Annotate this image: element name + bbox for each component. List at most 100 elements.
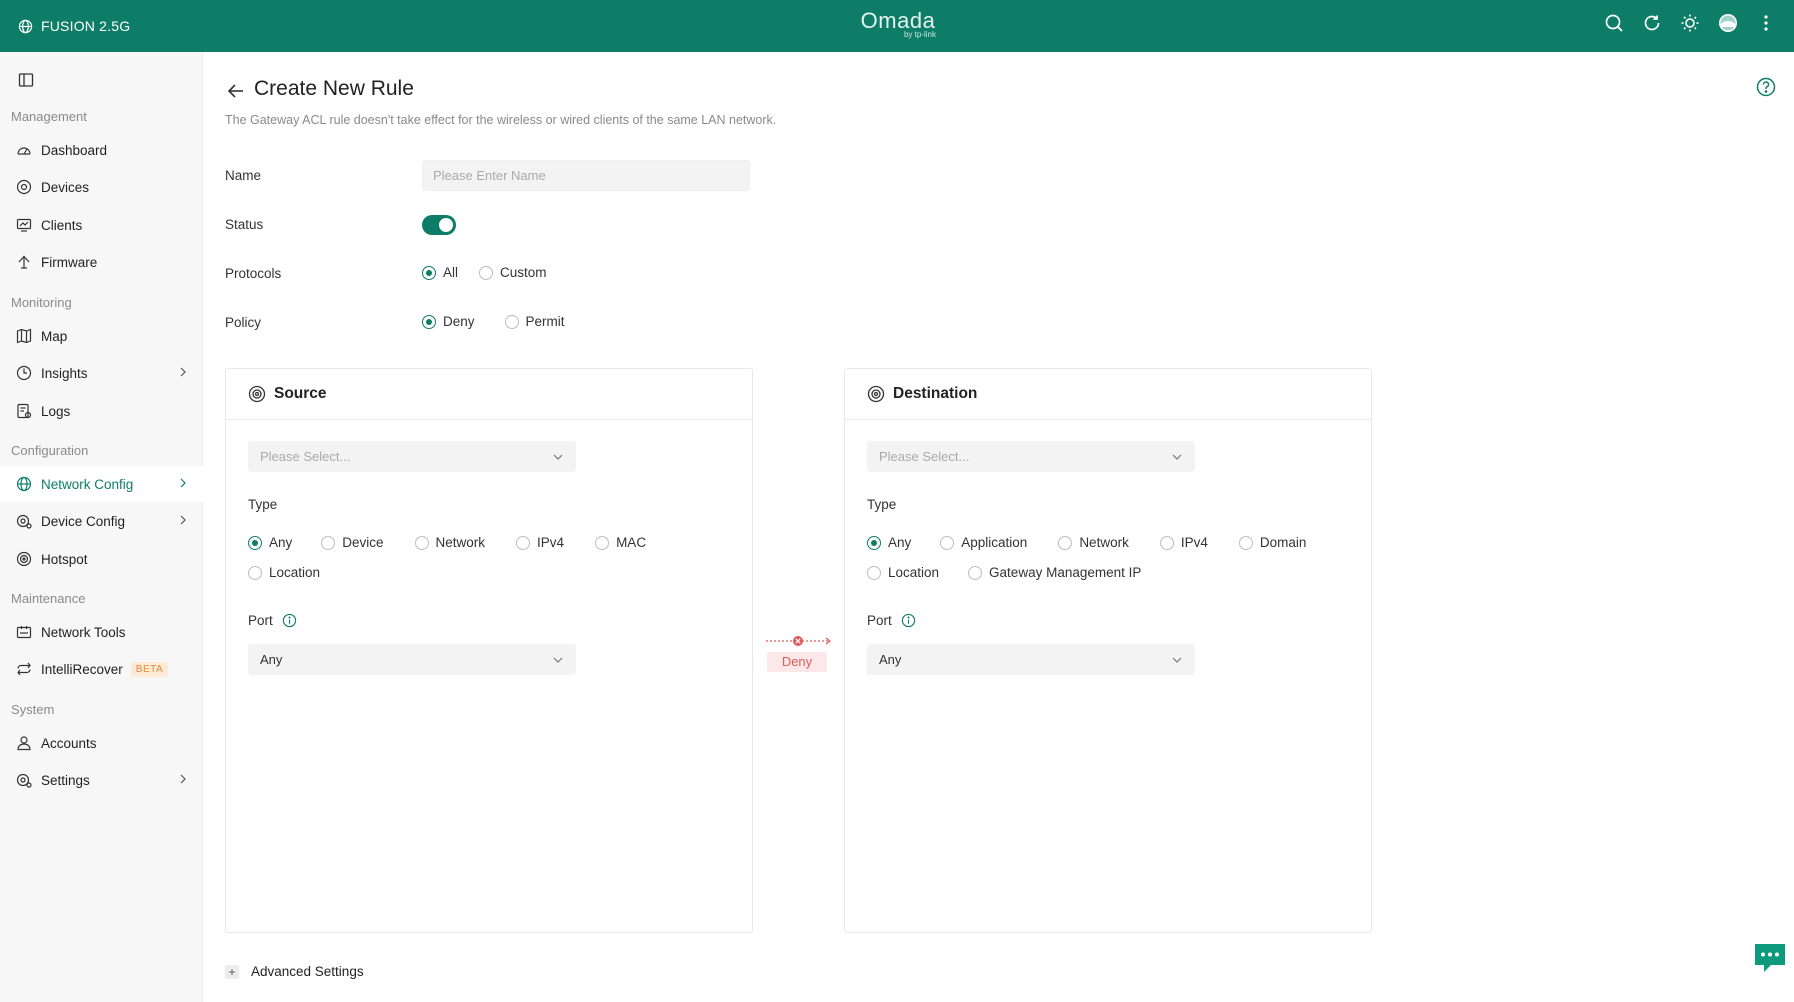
beta-badge: BETA — [130, 661, 169, 677]
avatar[interactable] — [1718, 13, 1738, 33]
radio-label: Domain — [1259, 535, 1307, 550]
site-selector[interactable]: FUSION 2.5G — [18, 16, 130, 36]
status-toggle[interactable] — [422, 215, 456, 235]
radio-label: Network — [1079, 535, 1129, 550]
radio-label: Custom — [500, 265, 547, 280]
destination-type-any-radio[interactable]: Any — [867, 535, 911, 550]
sidebar-item-clients[interactable]: Clients — [0, 207, 203, 243]
sidebar-item-hotspot[interactable]: Hotspot — [0, 541, 203, 577]
radio-label: Device — [342, 535, 384, 550]
sidebar-item-dashboard[interactable]: Dashboard — [0, 132, 203, 168]
deny-tag: Deny — [767, 652, 827, 672]
chat-icon[interactable] — [1752, 940, 1788, 976]
sidebar-item-settings[interactable]: Settings — [0, 762, 203, 798]
protocols-label: Protocols — [225, 266, 282, 281]
sidebar-item-label: Insights — [41, 365, 88, 381]
deny-connector-arrow — [766, 636, 831, 646]
sidebar-collapse-icon[interactable] — [18, 72, 34, 88]
destination-type-domain-radio[interactable]: Domain — [1238, 535, 1307, 550]
chevron-right-icon — [180, 478, 186, 488]
source-panel-header: Source — [226, 369, 752, 420]
destination-panel: Destination Please Select... Type Any Ap… — [844, 368, 1372, 933]
destination-port-label-row: Port — [867, 613, 916, 628]
sidebar-item-accounts[interactable]: Accounts — [0, 725, 203, 761]
site-name: FUSION 2.5G — [41, 18, 131, 34]
source-type-location-radio[interactable]: Location — [248, 565, 320, 580]
help-icon[interactable] — [1756, 77, 1776, 97]
chevron-down-icon — [553, 454, 563, 460]
hotspot-icon — [16, 551, 32, 567]
more-icon[interactable] — [1756, 13, 1776, 33]
chevron-right-icon — [180, 515, 186, 525]
info-icon[interactable] — [282, 613, 297, 628]
search-icon[interactable] — [1604, 13, 1624, 33]
radio-label: MAC — [616, 535, 647, 550]
sidebar-item-insights[interactable]: Insights — [0, 355, 203, 391]
sidebar-item-label: Devices — [41, 179, 90, 195]
source-type-any-radio[interactable]: Any — [248, 535, 292, 550]
source-type-ipv4-radio[interactable]: IPv4 — [516, 535, 564, 550]
policy-label: Policy — [225, 315, 262, 330]
radio-label: All — [443, 265, 459, 280]
protocol-all-radio[interactable]: All — [422, 265, 458, 280]
back-arrow-icon[interactable] — [226, 81, 246, 101]
devices-icon — [16, 179, 32, 195]
advanced-settings-toggle[interactable]: + Advanced Settings — [225, 964, 364, 979]
sidebar-item-device-config[interactable]: Device Config — [0, 503, 203, 539]
theme-icon[interactable] — [1680, 13, 1700, 33]
sidebar-item-network-config[interactable]: Network Config — [0, 466, 203, 502]
chevron-down-icon — [1172, 657, 1182, 663]
destination-type-gateway-management-ip-radio[interactable]: Gateway Management IP — [968, 565, 1141, 580]
source-type-network-radio[interactable]: Network — [414, 535, 485, 550]
advanced-settings-label: Advanced Settings — [251, 964, 364, 979]
destination-port-label: Port — [867, 613, 892, 628]
destination-type-application-radio[interactable]: Application — [940, 535, 1027, 550]
destination-select[interactable]: Please Select... — [867, 441, 1195, 472]
section-maintenance: Maintenance — [11, 591, 86, 606]
policy-deny-radio[interactable]: Deny — [422, 314, 475, 329]
sidebar-item-logs[interactable]: Logs — [0, 393, 203, 429]
sidebar-item-label: IntelliRecover — [41, 661, 123, 677]
clients-icon — [16, 217, 32, 233]
source-type-device-radio[interactable]: Device — [321, 535, 384, 550]
destination-icon — [867, 385, 885, 403]
protocols-radio-group: All Custom — [422, 265, 547, 280]
sidebar-item-devices[interactable]: Devices — [0, 169, 203, 205]
destination-port-select[interactable]: Any — [867, 644, 1195, 675]
top-bar: FUSION 2.5G Omada by tp-link — [0, 0, 1794, 52]
protocol-custom-radio[interactable]: Custom — [479, 265, 547, 280]
select-placeholder: Please Select... — [879, 449, 970, 464]
source-type-mac-radio[interactable]: MAC — [595, 535, 646, 550]
sidebar-item-label: Firmware — [41, 254, 98, 270]
sidebar-item-label: Map — [41, 328, 68, 344]
info-icon[interactable] — [901, 613, 916, 628]
source-icon — [248, 385, 266, 403]
radio-label: Deny — [443, 314, 475, 329]
name-input[interactable] — [422, 160, 750, 191]
sidebar-item-label: Network Tools — [41, 624, 126, 640]
name-label: Name — [225, 168, 262, 183]
sidebar-item-firmware[interactable]: Firmware — [0, 244, 203, 280]
sidebar-item-network-tools[interactable]: Network Tools — [0, 614, 203, 650]
source-select[interactable]: Please Select... — [248, 441, 576, 472]
network-tools-icon — [16, 624, 32, 640]
radio-label: Application — [961, 535, 1028, 550]
sidebar-item-label: Settings — [41, 772, 90, 788]
destination-type-network-radio[interactable]: Network — [1058, 535, 1129, 550]
logo-text: Omada — [860, 8, 936, 33]
destination-type-location-radio[interactable]: Location — [867, 565, 939, 580]
chevron-right-icon — [180, 774, 186, 784]
sidebar-item-map[interactable]: Map — [0, 318, 203, 354]
section-system: System — [11, 702, 55, 717]
destination-panel-header: Destination — [845, 369, 1371, 420]
policy-permit-radio[interactable]: Permit — [504, 314, 565, 329]
destination-type-ipv4-radio[interactable]: IPv4 — [1159, 535, 1208, 550]
page-description: The Gateway ACL rule doesn't take effect… — [225, 113, 777, 127]
sidebar-item-intellirecover[interactable]: IntelliRecover BETA — [0, 651, 203, 687]
page-title: Create New Rule — [254, 77, 414, 100]
destination-type-radio-group-row2: Location Gateway Management IP — [867, 565, 1141, 580]
source-port-select[interactable]: Any — [248, 644, 576, 675]
sidebar-item-label: Hotspot — [41, 551, 88, 567]
source-title: Source — [274, 385, 327, 402]
refresh-icon[interactable] — [1642, 13, 1662, 33]
